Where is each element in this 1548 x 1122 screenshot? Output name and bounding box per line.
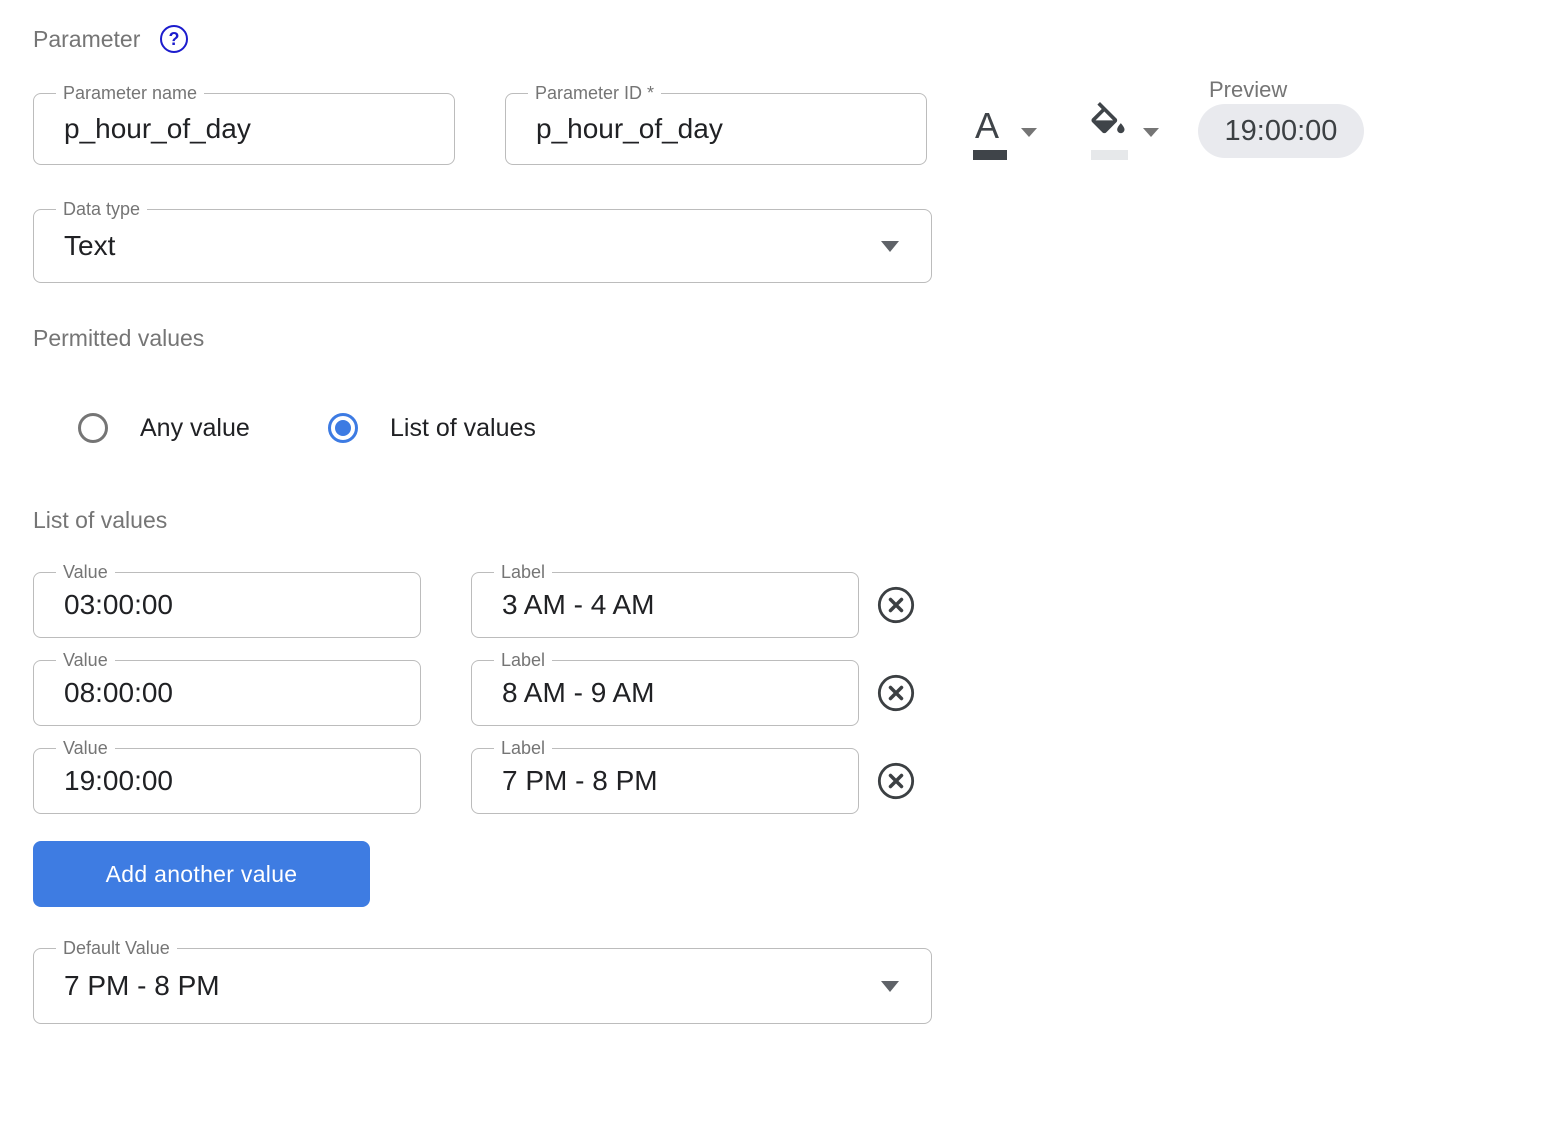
label-field-row3: Label — [471, 748, 859, 814]
radio-circle-icon — [328, 413, 358, 443]
radio-list-of-values[interactable]: List of values — [328, 413, 536, 443]
radio-any-value-label: Any value — [140, 414, 250, 443]
remove-value-button[interactable] — [876, 761, 916, 801]
text-color-swatch[interactable] — [973, 150, 1007, 160]
value-input[interactable] — [64, 574, 390, 636]
label-input[interactable] — [502, 750, 828, 812]
help-icon[interactable]: ? — [160, 25, 188, 53]
add-another-value-button[interactable]: Add another value — [33, 841, 370, 907]
value-input[interactable] — [64, 750, 390, 812]
value-field-row3: Value — [33, 748, 421, 814]
paint-bucket-icon[interactable] — [1086, 102, 1130, 151]
close-circle-icon — [876, 585, 916, 625]
data-type-value: Text — [64, 210, 115, 282]
preview-value-chip: 19:00:00 — [1198, 104, 1364, 158]
help-icon-glyph: ? — [169, 29, 180, 50]
label-field-row1: Label — [471, 572, 859, 638]
radio-list-of-values-label: List of values — [390, 414, 536, 443]
text-color-icon[interactable]: A — [975, 108, 999, 144]
dropdown-arrow-icon — [881, 241, 899, 252]
close-circle-icon — [876, 673, 916, 713]
fill-color-caret-icon[interactable] — [1143, 128, 1159, 137]
parameter-name-field: Parameter name — [33, 93, 455, 165]
label-input[interactable] — [502, 662, 828, 724]
parameter-id-input[interactable] — [536, 95, 896, 163]
preview-label: Preview — [1209, 77, 1287, 103]
default-value-select[interactable]: Default Value 7 PM - 8 PM — [33, 948, 932, 1024]
value-field-row2: Value — [33, 660, 421, 726]
page-title: Parameter — [33, 26, 140, 53]
fill-color-swatch[interactable] — [1091, 150, 1128, 160]
remove-value-button[interactable] — [876, 585, 916, 625]
remove-value-button[interactable] — [876, 673, 916, 713]
close-circle-icon — [876, 761, 916, 801]
label-input[interactable] — [502, 574, 828, 636]
parameter-name-input[interactable] — [64, 95, 424, 163]
parameter-id-field: Parameter ID * — [505, 93, 927, 165]
value-input[interactable] — [64, 662, 390, 724]
preview-value: 19:00:00 — [1225, 115, 1338, 148]
label-field-row2: Label — [471, 660, 859, 726]
default-value-value: 7 PM - 8 PM — [64, 949, 220, 1023]
radio-any-value[interactable]: Any value — [78, 413, 250, 443]
radio-circle-icon — [78, 413, 108, 443]
permitted-values-heading: Permitted values — [33, 325, 204, 352]
list-of-values-heading: List of values — [33, 507, 167, 534]
value-field-row1: Value — [33, 572, 421, 638]
dropdown-arrow-icon — [881, 981, 899, 992]
parameter-panel: Parameter ? Parameter name Parameter ID … — [0, 0, 1548, 1122]
data-type-select[interactable]: Data type Text — [33, 209, 932, 283]
text-color-caret-icon[interactable] — [1021, 128, 1037, 137]
